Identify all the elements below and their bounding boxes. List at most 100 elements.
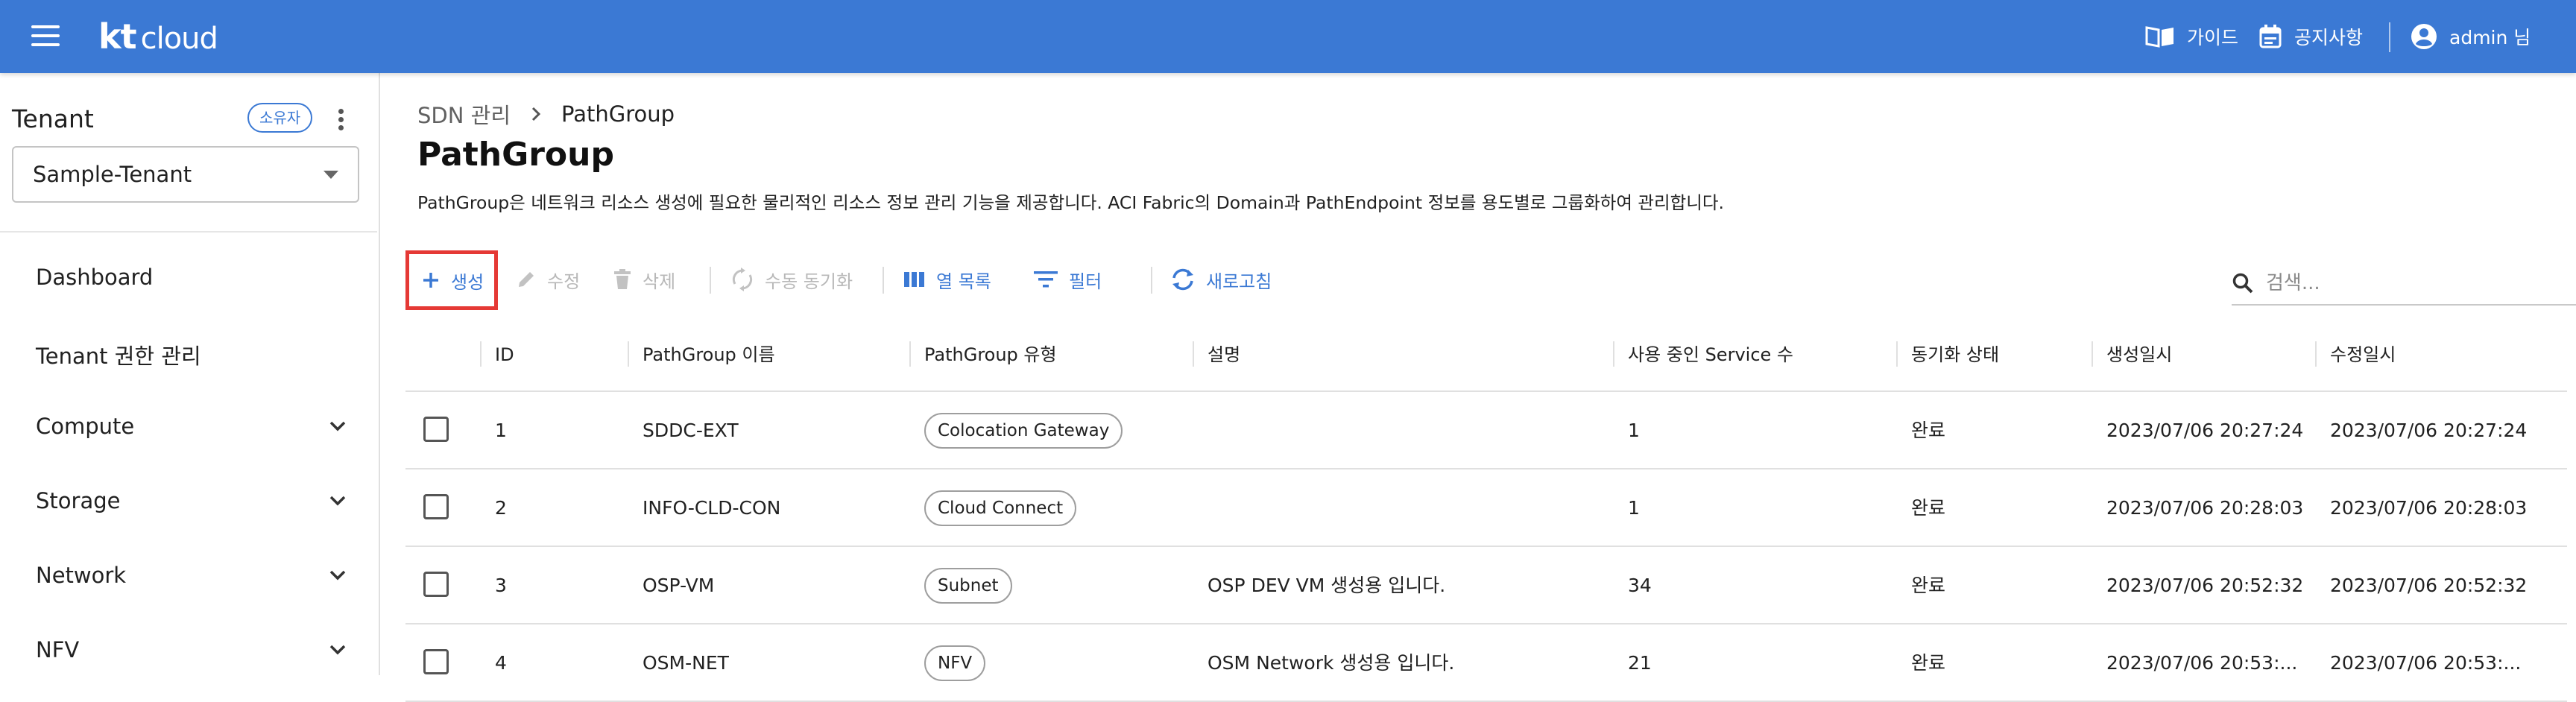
account-circle-icon [2411,24,2437,49]
cell-id: 4 [495,652,507,674]
sidebar-item-nfv[interactable]: NFV [0,621,377,680]
cell-services: 21 [1628,652,1652,674]
type-chip: Subnet [924,568,1012,604]
cell-created: 2023/07/06 20:28:03 [2106,497,2304,519]
sidebar-item-network[interactable]: Network [0,546,377,606]
table-row[interactable]: 2 INFO-CLD-CON Cloud Connect 1 완료 2023/0… [405,469,2567,547]
sidebar-item-label: Dashboard [36,265,154,290]
kt-cloud-logo[interactable]: kt cloud [98,16,218,57]
plus-icon [423,273,438,288]
cell-name: SDDC-EXT [643,420,739,441]
sidebar-item-label: Network [36,563,127,588]
sync-icon [732,268,753,291]
type-chip: Colocation Gateway [924,413,1123,449]
row-checkbox[interactable] [423,494,449,519]
trash-icon [614,269,631,289]
cell-services: 34 [1628,575,1652,596]
delete-label: 삭제 [643,271,676,292]
cell-sync-status: 완료 [1911,575,1946,596]
filter-label: 필터 [1069,271,1102,292]
calendar-icon [2259,25,2282,48]
breadcrumb-root[interactable]: SDN 관리 [417,98,511,130]
refresh-label: 새로고침 [1206,271,1272,292]
edit-label: 수정 [547,271,581,292]
toolbar-divider [883,267,884,294]
row-checkbox[interactable] [423,649,449,674]
columns-button[interactable]: 열 목록 [903,256,991,303]
page-title: PathGroup [417,136,614,174]
refresh-button[interactable]: 새로고침 [1170,256,1272,303]
dropdown-arrow-icon [323,171,338,179]
sidebar-item-label: Tenant 권한 관리 [36,344,201,369]
toolbar-divider [1151,267,1152,294]
sidebar-item-label: Storage [36,488,121,513]
chevron-down-icon [329,496,346,506]
search-icon [2232,273,2253,294]
table-row[interactable]: 3 OSP-VM Subnet OSP DEV VM 생성용 입니다. 34 완… [405,547,2567,624]
filter-button[interactable]: 필터 [1033,256,1102,303]
sidebar-item-label: Compute [36,414,135,439]
tenant-select[interactable]: Sample-Tenant [12,146,359,203]
sidebar-item-dashboard[interactable]: Dashboard [0,248,377,308]
edit-button[interactable]: 수정 [516,256,580,303]
cell-description: OSM Network 생성용 입니다. [1208,652,1455,674]
table-header: ID PathGroup 이름 PathGroup 유형 설명 사용 중인 Se… [405,319,2567,392]
notice-link[interactable]: 공지사항 [2258,21,2363,52]
cell-updated: 2023/07/06 20:27:24 [2330,420,2528,441]
cell-sync-status: 완료 [1911,420,1946,441]
cell-sync-status: 완료 [1911,497,1946,519]
page-description: PathGroup은 네트워크 리소스 생성에 필요한 물리적인 리소스 정보 … [417,192,1725,213]
toolbar-divider [710,267,711,294]
cell-name: INFO-CLD-CON [643,497,781,519]
cell-updated: 2023/07/06 20:53:... [2330,652,2522,674]
sidebar: Tenant 소유자 Sample-Tenant Dashboard Tenan… [0,73,380,675]
sidebar-item-storage[interactable]: Storage [0,472,377,531]
user-label: admin 님 [2449,27,2531,48]
filter-icon [1034,271,1058,288]
sidebar-divider [0,231,377,233]
column-header-sync-status[interactable]: 동기화 상태 [1911,340,1999,370]
cell-created: 2023/07/06 20:27:24 [2106,420,2304,441]
row-checkbox[interactable] [423,417,449,442]
cell-description: OSP DEV VM 생성용 입니다. [1208,575,1446,596]
pathgroup-table: ID PathGroup 이름 PathGroup 유형 설명 사용 중인 Se… [405,319,2567,702]
create-label: 생성 [451,271,484,293]
cell-name: OSM-NET [643,652,729,674]
sidebar-item-tenant-permission[interactable]: Tenant 권한 관리 [0,323,377,382]
cell-id: 3 [495,575,507,596]
manual-sync-button[interactable]: 수동 동기화 [730,256,853,303]
menu-icon[interactable] [30,22,63,51]
column-header-services[interactable]: 사용 중인 Service 수 [1628,340,1793,370]
cell-updated: 2023/07/06 20:52:32 [2330,575,2528,596]
column-separator [909,341,911,367]
refresh-icon [1172,268,1193,291]
column-header-description[interactable]: 설명 [1208,340,1240,370]
table-row[interactable]: 1 SDDC-EXT Colocation Gateway 1 완료 2023/… [405,392,2567,469]
column-separator [2092,341,2093,367]
create-button[interactable]: 생성 [405,250,499,310]
row-checkbox[interactable] [423,572,449,597]
cell-services: 1 [1628,420,1640,441]
column-header-type[interactable]: PathGroup 유형 [924,340,1057,370]
column-header-id[interactable]: ID [495,340,514,370]
column-separator [480,341,482,367]
sidebar-item-compute[interactable]: Compute [0,397,377,457]
user-menu[interactable]: admin 님 [2411,21,2531,52]
cell-id: 1 [495,420,507,441]
column-header-name[interactable]: PathGroup 이름 [643,340,775,370]
delete-button[interactable]: 삭제 [613,256,675,303]
column-separator [2315,341,2317,367]
table-row[interactable]: 4 OSM-NET NFV OSM Network 생성용 입니다. 21 완료… [405,624,2567,702]
column-header-created[interactable]: 생성일시 [2106,340,2172,370]
main-content: SDN 관리 PathGroup PathGroup PathGroup은 네트… [380,73,2576,702]
pencil-icon [519,272,534,287]
column-separator [1896,341,1898,367]
column-header-updated[interactable]: 수정일시 [2330,340,2396,370]
chevron-right-icon [531,107,541,121]
more-vert-icon[interactable] [334,107,349,133]
toolbar: 생성 수정 삭제 수동 동기화 열 목록 필터 새로고침 [405,250,2576,310]
guide-link[interactable]: 가이드 [2145,21,2238,52]
app-bar: kt cloud 가이드 공지사항 admin 님 [0,0,2576,73]
search-box [2232,262,2576,306]
search-input[interactable] [2264,271,2576,295]
